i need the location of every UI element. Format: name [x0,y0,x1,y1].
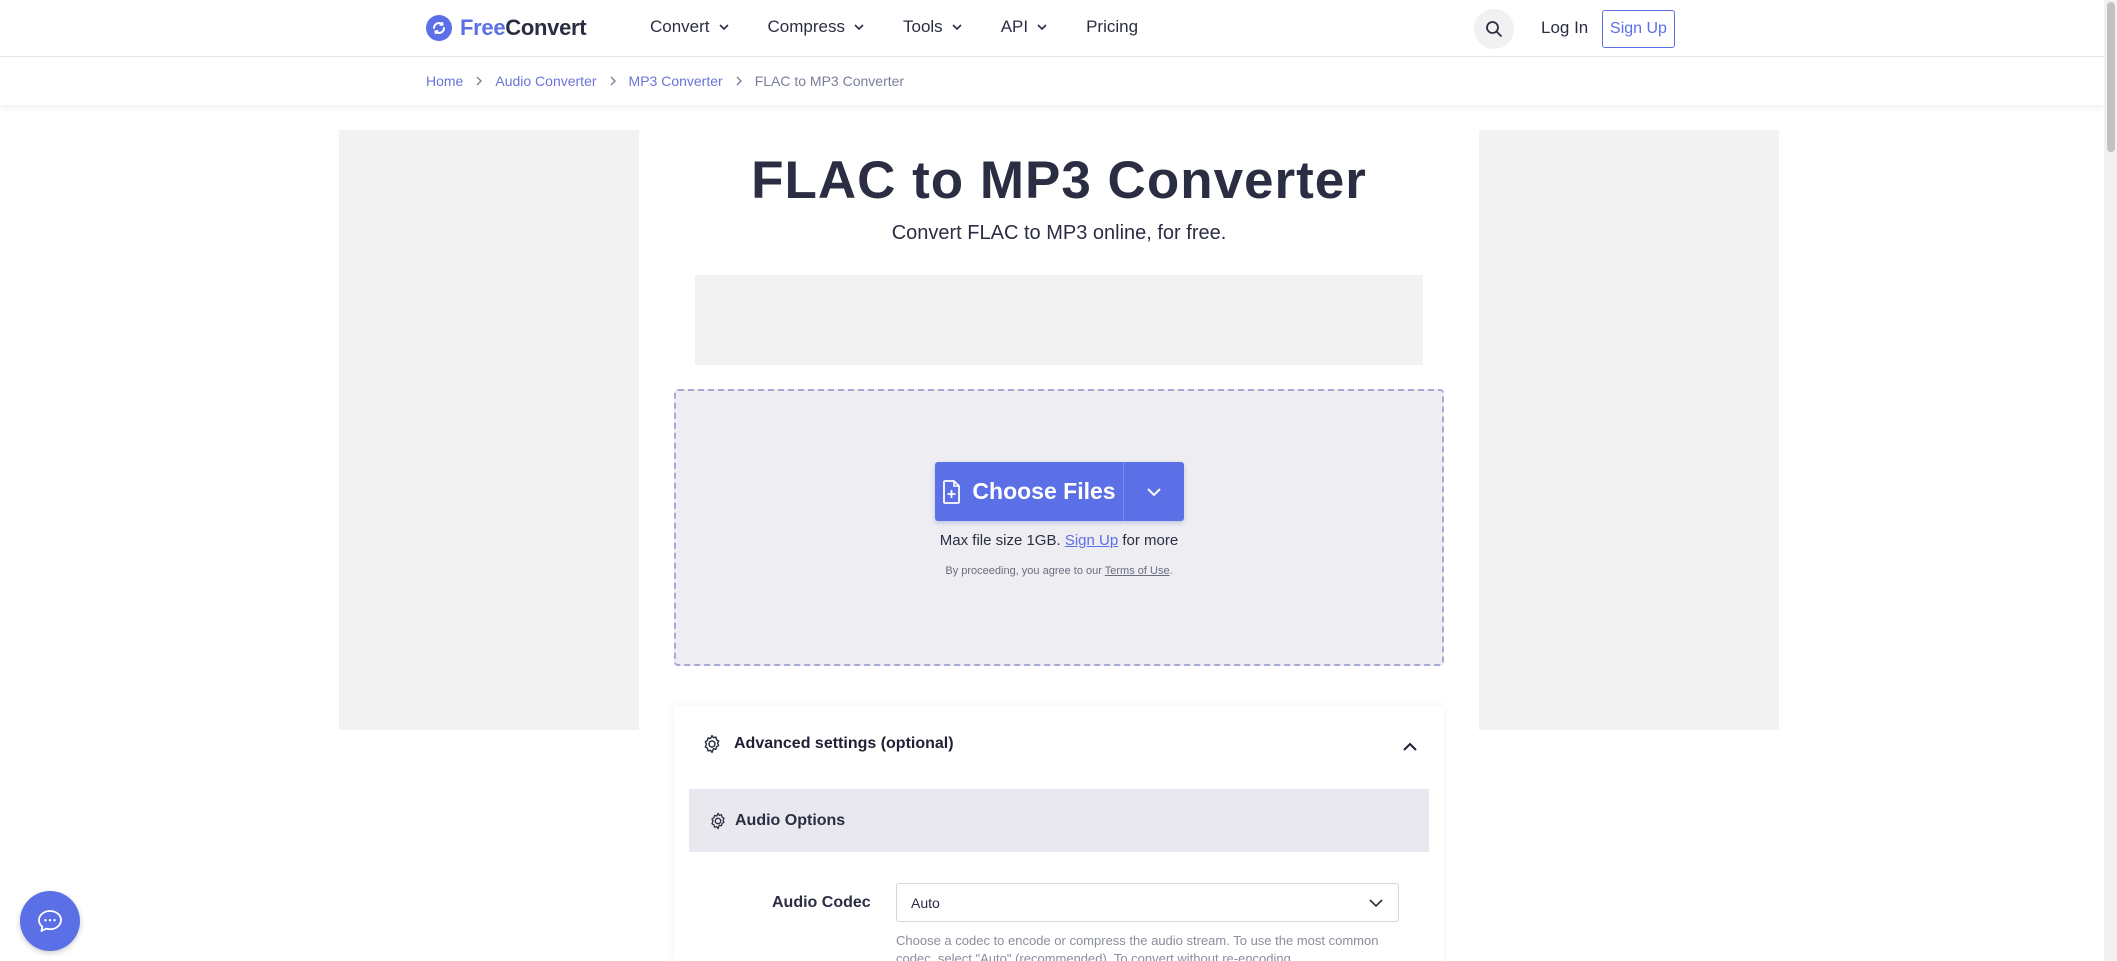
page-title: FLAC to MP3 Converter [751,151,1367,210]
advanced-settings-card: Advanced settings (optional) Audio Optio… [674,706,1444,961]
signup-button[interactable]: Sign Up [1602,10,1675,48]
audio-codec-select[interactable]: Auto [896,883,1399,922]
nav-tools-label: Tools [903,17,943,36]
breadcrumb-audio-converter[interactable]: Audio Converter [495,73,596,89]
search-button[interactable] [1474,9,1514,49]
ad-placeholder-top [695,275,1423,365]
chevron-down-icon [854,24,864,31]
chevron-down-icon [1147,487,1161,496]
nav-tools[interactable]: Tools [903,17,963,37]
advanced-settings-title: Advanced settings (optional) [734,735,954,752]
nav-api[interactable]: API [1001,17,1048,37]
logo-text-convert: Convert [505,15,587,40]
chevron-up-icon[interactable] [1401,738,1419,756]
file-add-icon [943,479,961,504]
chevron-down-icon [952,24,962,31]
nav-pricing-label: Pricing [1086,17,1139,36]
terms-note: By proceeding, you agree to our Terms of… [676,565,1442,577]
main-nav: Convert Compress Tools API Pricing [650,17,1176,37]
choose-source-dropdown[interactable] [1124,462,1184,521]
nav-convert-label: Convert [650,17,710,36]
audio-codec-value: Auto [911,894,940,911]
top-header: FreeConvert Convert Compress Tools API P… [0,0,2104,57]
choose-files-group: Choose Files [935,462,1184,521]
chevron-right-icon [735,76,743,86]
search-icon [1486,21,1502,37]
chevron-right-icon [609,76,617,86]
logo-refresh-icon [426,15,452,41]
terms-of-use-link[interactable]: Terms of Use [1105,565,1170,577]
breadcrumb-mp3-converter[interactable]: MP3 Converter [629,73,723,89]
max-file-size-note: Max file size 1GB. Sign Up for more [676,532,1442,549]
audio-options-title: Audio Options [735,811,846,829]
ad-placeholder-right [1479,130,1779,730]
logo-text-free: Free [460,15,506,40]
login-link[interactable]: Log In [1541,18,1588,38]
chevron-right-icon [475,76,483,86]
max-file-size-suffix: for more [1122,532,1179,549]
nav-convert[interactable]: Convert [650,17,730,37]
audio-codec-label: Audio Codec [772,894,871,911]
signup-inline-link[interactable]: Sign Up [1065,532,1118,549]
breadcrumb-home[interactable]: Home [426,73,463,89]
terms-prefix: By proceeding, you agree to our [945,565,1102,577]
logo-text: FreeConvert [460,15,587,41]
page-scrollbar[interactable] [2104,0,2117,961]
breadcrumb-bar: Home Audio Converter MP3 Converter FLAC … [0,58,2104,105]
chevron-down-icon [718,24,729,31]
scrollbar-thumb[interactable] [2107,2,2115,152]
chat-button[interactable] [20,891,80,951]
chevron-down-icon [1037,24,1047,31]
gear-icon [704,734,720,754]
gear-icon [711,812,725,829]
advanced-settings-toggle[interactable]: Advanced settings (optional) [702,734,954,754]
max-file-size-text: Max file size 1GB. [939,532,1061,549]
audio-codec-help: Choose a codec to encode or compress the… [896,933,1379,961]
chat-icon [38,910,62,932]
breadcrumb: Home Audio Converter MP3 Converter FLAC … [426,73,904,89]
nav-compress-label: Compress [767,17,845,36]
nav-api-label: API [1000,17,1029,36]
audio-options-section: Audio Options [689,789,1429,852]
chevron-down-icon [1369,898,1383,907]
breadcrumb-current: FLAC to MP3 Converter [754,73,905,89]
choose-files-button[interactable]: Choose Files [935,462,1124,521]
nav-pricing[interactable]: Pricing [1086,17,1138,37]
freeconvert-logo[interactable]: FreeConvert [426,15,587,41]
ad-placeholder-left [339,130,639,730]
terms-suffix: . [1169,565,1173,577]
page-subtitle: Convert FLAC to MP3 online, for free. [891,222,1227,244]
choose-files-label: Choose Files [972,478,1116,504]
nav-compress[interactable]: Compress [768,17,865,37]
file-dropzone[interactable]: Choose Files Max file size 1GB. Sign Up … [674,389,1444,666]
